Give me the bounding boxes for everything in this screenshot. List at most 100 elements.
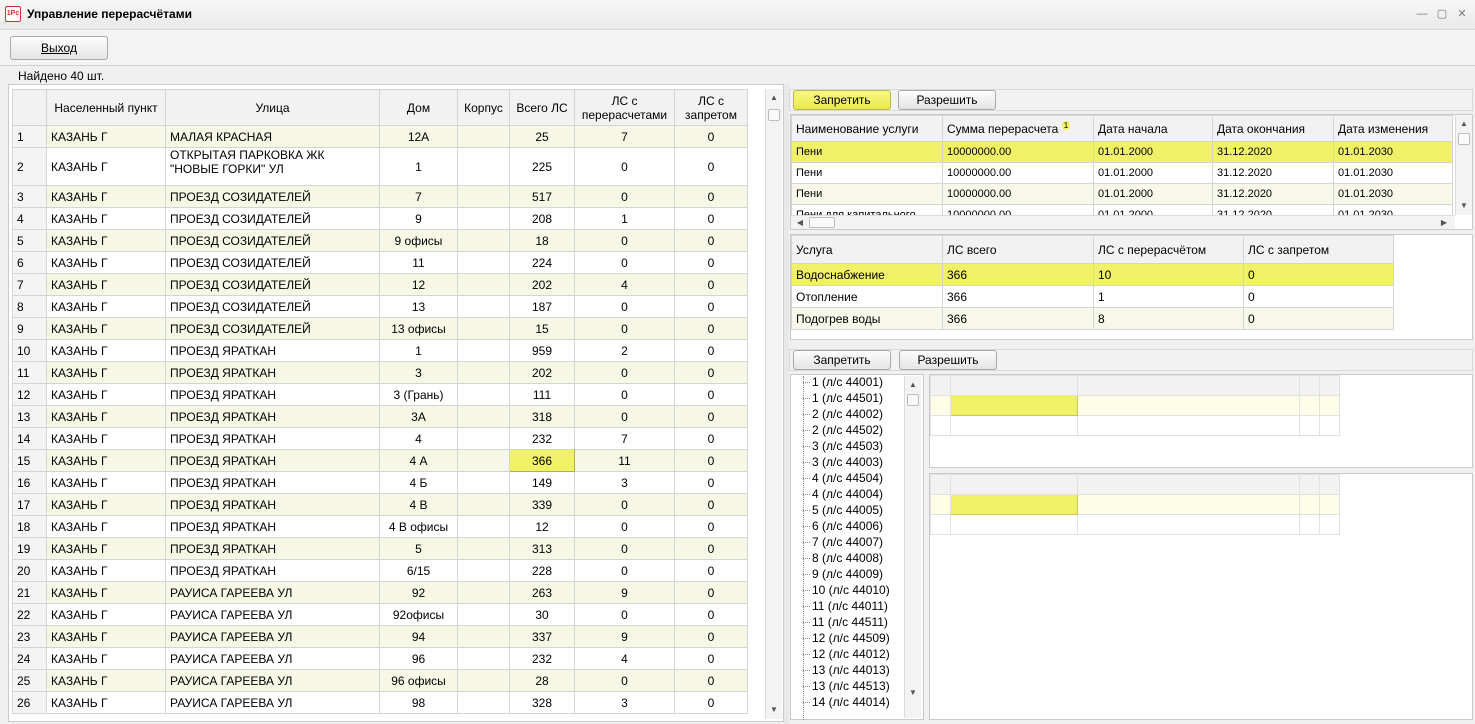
scroll-up-icon[interactable]: ▲ bbox=[906, 378, 920, 391]
change-date-cell[interactable]: 01.01.2030 bbox=[1333, 141, 1453, 163]
scroll-thumb[interactable] bbox=[768, 109, 780, 121]
house-cell[interactable]: 4 Б bbox=[379, 471, 458, 494]
street-cell[interactable]: ПРОЕЗД ЯРАТКАН bbox=[165, 427, 380, 450]
recalc-accounts-cell[interactable]: 3 bbox=[574, 691, 675, 714]
house-cell[interactable]: 4 В bbox=[379, 493, 458, 516]
row-index[interactable]: 22 bbox=[12, 603, 47, 626]
recalc-accounts-cell[interactable]: 4 bbox=[574, 647, 675, 670]
column-header-start-date[interactable]: Дата начала bbox=[1093, 115, 1213, 142]
street-cell[interactable]: ПРОЕЗД СОЗИДАТЕЛЕЙ bbox=[165, 185, 380, 208]
banned-accounts-cell[interactable]: 0 bbox=[674, 339, 748, 362]
row-index[interactable]: 20 bbox=[12, 559, 47, 582]
banned-accounts-cell[interactable]: 0 bbox=[674, 537, 748, 560]
table-row[interactable]: 9 КАЗАНЬ Г ПРОЕЗД СОЗИДАТЕЛЕЙ 13 офисы 15 0 0 bbox=[12, 317, 748, 340]
scroll-down-icon[interactable]: ▼ bbox=[1457, 199, 1471, 212]
forbid-button[interactable]: Запретить bbox=[793, 90, 891, 110]
recalc-accounts-cell[interactable]: 9 bbox=[574, 625, 675, 648]
house-cell[interactable]: 96 офисы bbox=[379, 669, 458, 692]
scroll-left-icon[interactable]: ◀ bbox=[793, 216, 807, 229]
street-cell[interactable]: ПРОЕЗД СОЗИДАТЕЛЕЙ bbox=[165, 295, 380, 318]
house-cell[interactable]: 96 bbox=[379, 647, 458, 670]
table-row[interactable]: 14 КАЗАНЬ Г ПРОЕЗД ЯРАТКАН 4 232 7 0 bbox=[12, 427, 748, 450]
table-row[interactable]: 10 КАЗАНЬ Г ПРОЕЗД ЯРАТКАН 1 959 2 0 bbox=[12, 339, 748, 362]
tree-item[interactable]: 7 (л/с 44007) bbox=[797, 534, 905, 550]
column-header-recalc-sum[interactable]: Сумма перерасчета 1 bbox=[942, 115, 1094, 142]
table-row[interactable]: 6 КАЗАНЬ Г ПРОЕЗД СОЗИДАТЕЛЕЙ 11 224 0 0 bbox=[12, 251, 748, 274]
table-row[interactable] bbox=[930, 494, 1340, 515]
banned-accounts-cell[interactable]: 0 bbox=[674, 493, 748, 516]
tree-item[interactable]: 11 (л/с 44011) bbox=[797, 598, 905, 614]
table-row[interactable]: 2 КАЗАНЬ Г ОТКРЫТАЯ ПАРКОВКА ЖК "НОВЫЕ ГОР… bbox=[12, 147, 748, 186]
tree-item[interactable]: 1 (л/с 44501) bbox=[797, 390, 905, 406]
locality-cell[interactable]: КАЗАНЬ Г bbox=[46, 515, 166, 538]
house-cell[interactable]: 92 bbox=[379, 581, 458, 604]
building-cell[interactable] bbox=[457, 229, 510, 252]
column-header-total-accounts[interactable]: Всего ЛС bbox=[509, 89, 575, 126]
table-row[interactable]: 22 КАЗАНЬ Г РАУИСА ГАРЕЕВА УЛ 92офисы 30 0 0 bbox=[12, 603, 748, 626]
row-index[interactable]: 21 bbox=[12, 581, 47, 604]
change-date-cell[interactable]: 01.01.2030 bbox=[1333, 162, 1453, 184]
street-cell[interactable]: ПРОЕЗД ЯРАТКАН bbox=[165, 339, 380, 362]
column-header-locality[interactable]: Населенный пункт bbox=[46, 89, 166, 126]
table-row[interactable]: 23 КАЗАНЬ Г РАУИСА ГАРЕЕВА УЛ 94 337 9 0 bbox=[12, 625, 748, 648]
row-index[interactable]: 14 bbox=[12, 427, 47, 450]
table-row[interactable]: 17 КАЗАНЬ Г ПРОЕЗД ЯРАТКАН 4 В 339 0 0 bbox=[12, 493, 748, 516]
banned-accounts-cell[interactable]: 0 bbox=[674, 383, 748, 406]
row-index[interactable]: 10 bbox=[12, 339, 47, 362]
table-row[interactable]: 19 КАЗАНЬ Г ПРОЕЗД ЯРАТКАН 5 313 0 0 bbox=[12, 537, 748, 560]
banned-accounts-cell[interactable]: 0 bbox=[674, 691, 748, 714]
street-cell[interactable]: ПРОЕЗД СОЗИДАТЕЛЕЙ bbox=[165, 273, 380, 296]
street-cell[interactable]: ПРОЕЗД ЯРАТКАН bbox=[165, 361, 380, 384]
house-cell[interactable]: 9 bbox=[379, 207, 458, 230]
building-cell[interactable] bbox=[457, 405, 510, 428]
close-icon[interactable]: ✕ bbox=[1455, 8, 1469, 22]
total-accounts-cell[interactable]: 517 bbox=[509, 185, 575, 208]
total-accounts-cell[interactable]: 225 bbox=[509, 147, 575, 186]
scroll-thumb[interactable] bbox=[907, 394, 919, 406]
recalc-accounts-cell[interactable]: 0 bbox=[574, 669, 675, 692]
locality-cell[interactable]: КАЗАНЬ Г bbox=[46, 147, 166, 186]
total-accounts-cell[interactable]: 224 bbox=[509, 251, 575, 274]
table-row[interactable]: 26 КАЗАНЬ Г РАУИСА ГАРЕЕВА УЛ 98 328 3 0 bbox=[12, 691, 748, 714]
column-header-recalc-accounts[interactable]: ЛС с перерасчетами bbox=[574, 89, 675, 126]
recalc-sum-cell[interactable]: 10000000.00 bbox=[942, 141, 1094, 163]
tree-item[interactable]: 2 (л/с 44002) bbox=[797, 406, 905, 422]
building-cell[interactable] bbox=[457, 603, 510, 626]
house-cell[interactable]: 1 bbox=[379, 147, 458, 186]
scroll-up-icon[interactable]: ▲ bbox=[1457, 117, 1471, 130]
table-row[interactable]: Пени 10000000.00 01.01.2000 31.12.2020 01.01… bbox=[791, 141, 1453, 163]
start-date-cell[interactable]: 01.01.2000 bbox=[1093, 162, 1213, 184]
column-header-accounts-total[interactable]: ЛС всего bbox=[942, 235, 1094, 264]
recalc-accounts-cell[interactable]: 11 bbox=[574, 449, 675, 472]
row-index[interactable]: 3 bbox=[12, 185, 47, 208]
change-date-cell[interactable]: 01.01.2030 bbox=[1333, 183, 1453, 205]
building-cell[interactable] bbox=[457, 185, 510, 208]
house-cell[interactable]: 1 bbox=[379, 339, 458, 362]
end-date-cell[interactable]: 31.12.2020 bbox=[1212, 183, 1334, 205]
row-index[interactable]: 19 bbox=[12, 537, 47, 560]
end-date-cell[interactable]: 31.12.2020 bbox=[1212, 162, 1334, 184]
scroll-down-icon[interactable]: ▼ bbox=[767, 703, 781, 716]
street-cell[interactable]: ПРОЕЗД СОЗИДАТЕЛЕЙ bbox=[165, 251, 380, 274]
scroll-thumb[interactable] bbox=[1458, 133, 1470, 145]
banned-accounts-cell[interactable]: 0 bbox=[674, 229, 748, 252]
house-cell[interactable]: 13 bbox=[379, 295, 458, 318]
recalc-accounts-cell[interactable]: 0 bbox=[574, 185, 675, 208]
accounts-recalc-cell[interactable]: 10 bbox=[1093, 263, 1244, 286]
table-row[interactable]: Пени 10000000.00 01.01.2000 31.12.2020 01.01… bbox=[791, 162, 1453, 184]
column-header-end-date[interactable]: Дата окончания bbox=[1212, 115, 1334, 142]
accounts-recalc-cell[interactable]: 8 bbox=[1093, 307, 1244, 330]
building-cell[interactable] bbox=[457, 207, 510, 230]
building-cell[interactable] bbox=[457, 295, 510, 318]
house-cell[interactable]: 13 офисы bbox=[379, 317, 458, 340]
recalc-accounts-cell[interactable]: 0 bbox=[574, 361, 675, 384]
row-index[interactable]: 17 bbox=[12, 493, 47, 516]
scroll-up-icon[interactable]: ▲ bbox=[767, 91, 781, 104]
house-cell[interactable]: 7 bbox=[379, 185, 458, 208]
street-cell[interactable]: ПРОЕЗД ЯРАТКАН bbox=[165, 537, 380, 560]
total-accounts-cell[interactable]: 337 bbox=[509, 625, 575, 648]
tree-item[interactable]: 10 (л/с 44010) bbox=[797, 582, 905, 598]
locality-cell[interactable]: КАЗАНЬ Г bbox=[46, 207, 166, 230]
street-cell[interactable]: ПРОЕЗД ЯРАТКАН bbox=[165, 383, 380, 406]
tree-scrollbar[interactable]: ▲ ▼ bbox=[904, 376, 921, 718]
